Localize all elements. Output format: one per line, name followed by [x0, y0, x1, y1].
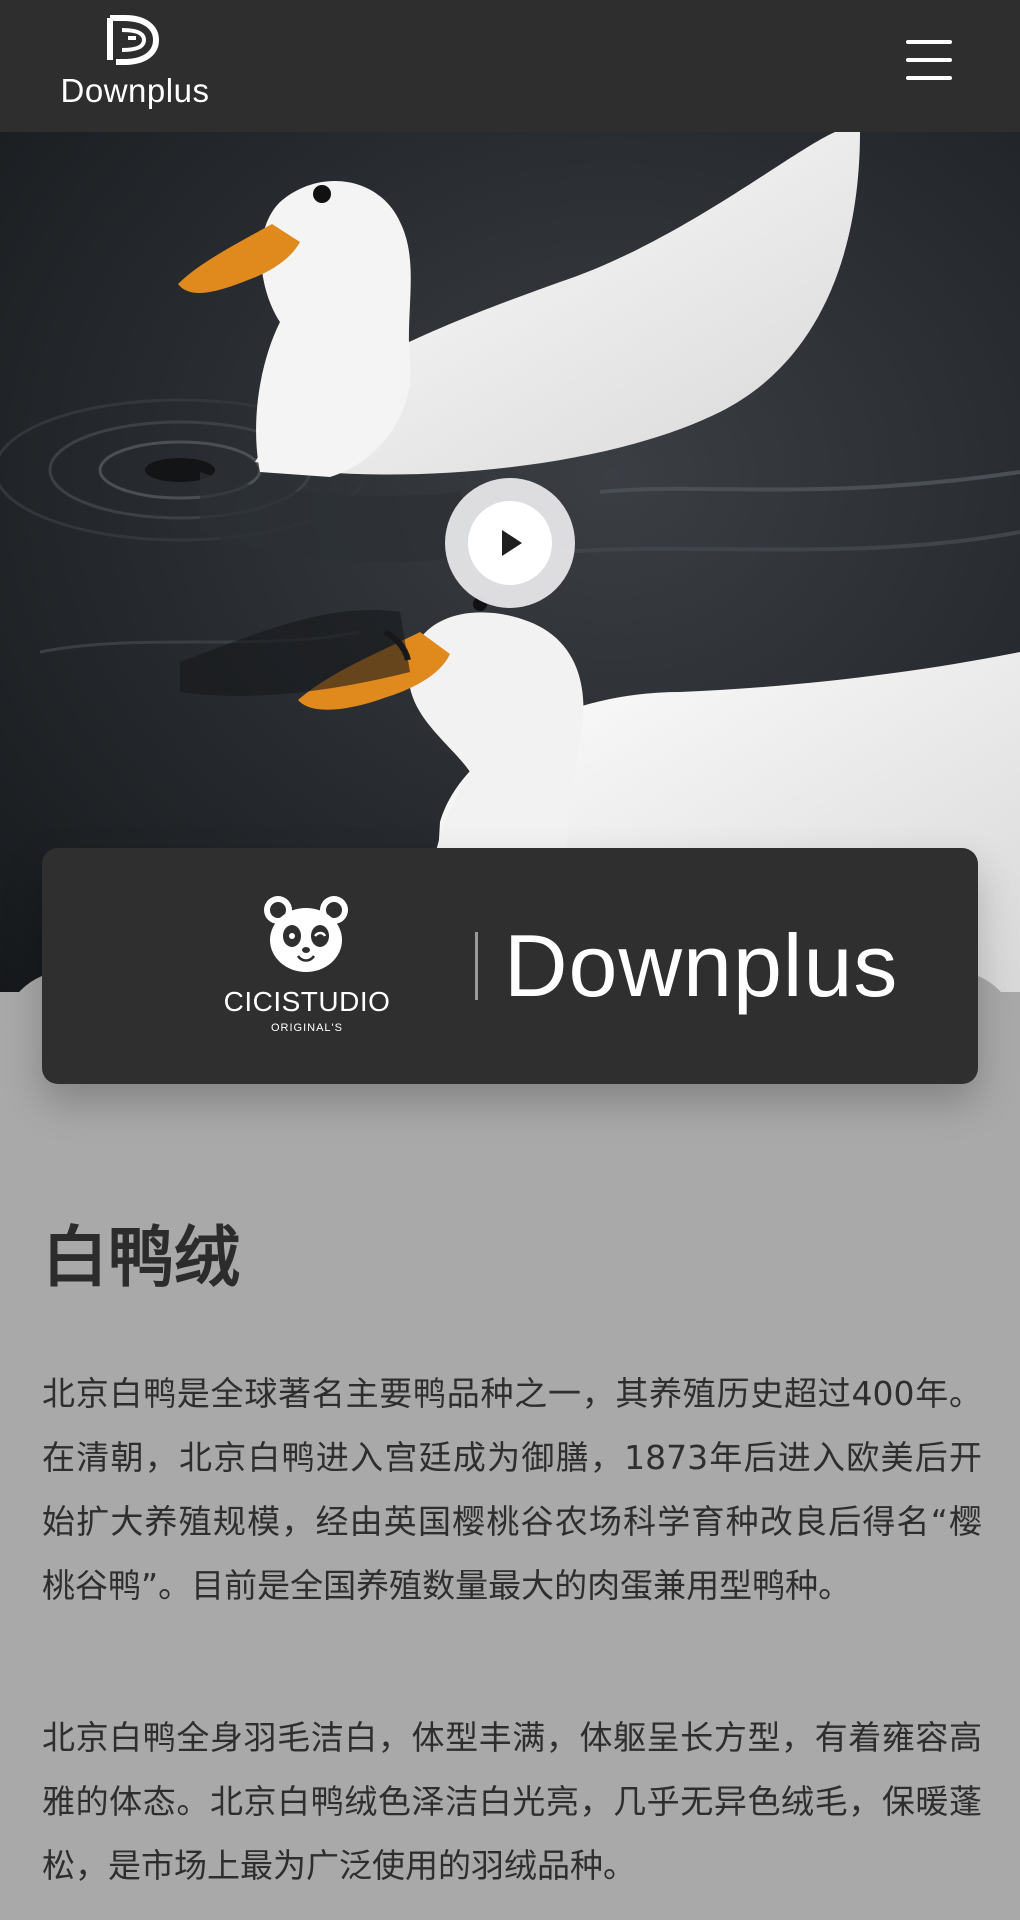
downplus-logo-mark-icon: [107, 15, 160, 65]
cicistudio-subtitle: ORIGINAL'S: [270, 1022, 343, 1034]
hamburger-menu-icon-line: [906, 76, 952, 80]
brand-collab-card: CICISTUDIO ORIGINAL'S Downplus: [42, 848, 978, 1084]
hamburger-menu-icon-line: [906, 58, 952, 62]
downplus-logo[interactable]: Downplus: [50, 14, 220, 118]
panda-icon: [264, 896, 348, 972]
cicistudio-logo: CICISTUDIO ORIGINAL'S: [182, 894, 432, 1034]
article-paragraph-2: 北京白鸭全身羽毛洁白，体型丰满，体躯呈长方型，有着雍容高雅的体态。北京白鸭绒色泽…: [42, 1718, 982, 1885]
page: Downplus CICISTUDIO ORIGINAL'S Downplus …: [0, 0, 1020, 1920]
top-nav-bar: Downplus: [0, 0, 1020, 132]
article-paragraph-1: 北京白鸭是全球著名主要鸭品种之一，其养殖历史超过400年。在清朝，北京白鸭进入宫…: [42, 1374, 982, 1605]
cicistudio-wordmark: CICISTUDIO: [223, 986, 391, 1017]
hamburger-menu-icon: [906, 40, 952, 44]
logo-wordmark: Downplus: [60, 72, 210, 109]
article-title: 白鸭绒: [42, 1219, 240, 1296]
play-icon: [502, 530, 522, 556]
play-button[interactable]: [445, 478, 575, 608]
card-divider: [475, 932, 478, 1000]
menu-button[interactable]: [898, 36, 960, 88]
downplus-wordmark: Downplus: [504, 916, 899, 1015]
play-button-inner: [468, 501, 552, 585]
